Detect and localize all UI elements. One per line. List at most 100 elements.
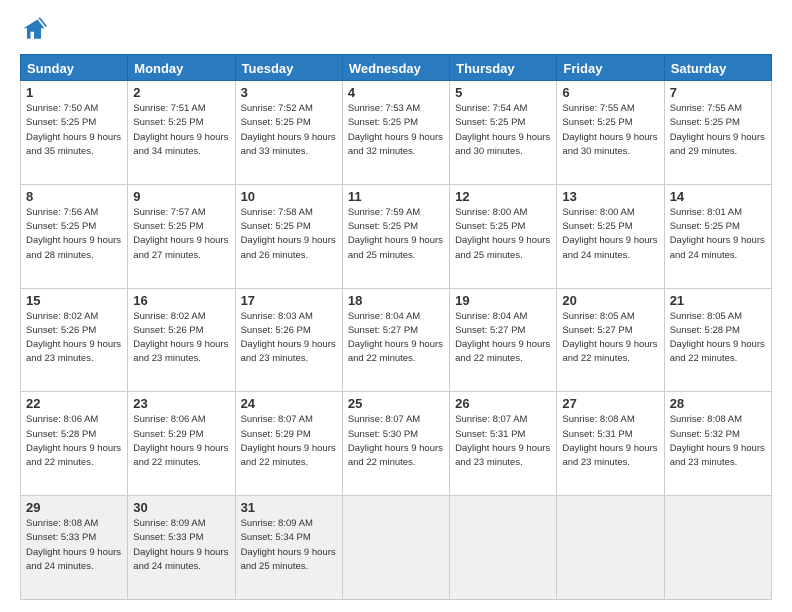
calendar-cell: 25 Sunrise: 8:07 AM Sunset: 5:30 PM Dayl… — [342, 392, 449, 496]
day-number: 16 — [133, 293, 229, 308]
calendar-cell: 30 Sunrise: 8:09 AM Sunset: 5:33 PM Dayl… — [128, 496, 235, 600]
day-number: 1 — [26, 85, 122, 100]
day-number: 21 — [670, 293, 766, 308]
day-number: 29 — [26, 500, 122, 515]
day-info: Sunrise: 7:56 AM Sunset: 5:25 PM Dayligh… — [26, 206, 122, 263]
calendar-cell: 20 Sunrise: 8:05 AM Sunset: 5:27 PM Dayl… — [557, 288, 664, 392]
calendar-cell — [450, 496, 557, 600]
day-number: 10 — [241, 189, 337, 204]
calendar-cell: 16 Sunrise: 8:02 AM Sunset: 5:26 PM Dayl… — [128, 288, 235, 392]
day-number: 28 — [670, 396, 766, 411]
calendar-cell: 29 Sunrise: 8:08 AM Sunset: 5:33 PM Dayl… — [21, 496, 128, 600]
calendar-cell: 17 Sunrise: 8:03 AM Sunset: 5:26 PM Dayl… — [235, 288, 342, 392]
calendar-cell: 13 Sunrise: 8:00 AM Sunset: 5:25 PM Dayl… — [557, 184, 664, 288]
calendar-cell — [664, 496, 771, 600]
calendar-cell: 8 Sunrise: 7:56 AM Sunset: 5:25 PM Dayli… — [21, 184, 128, 288]
day-number: 23 — [133, 396, 229, 411]
day-info: Sunrise: 7:58 AM Sunset: 5:25 PM Dayligh… — [241, 206, 337, 263]
day-number: 4 — [348, 85, 444, 100]
day-headers: SundayMondayTuesdayWednesdayThursdayFrid… — [21, 55, 772, 81]
logo-icon — [20, 16, 48, 44]
day-header-saturday: Saturday — [664, 55, 771, 81]
week-row-3: 15 Sunrise: 8:02 AM Sunset: 5:26 PM Dayl… — [21, 288, 772, 392]
calendar-cell: 31 Sunrise: 8:09 AM Sunset: 5:34 PM Dayl… — [235, 496, 342, 600]
day-header-thursday: Thursday — [450, 55, 557, 81]
day-info: Sunrise: 7:51 AM Sunset: 5:25 PM Dayligh… — [133, 102, 229, 159]
day-number: 22 — [26, 396, 122, 411]
day-number: 8 — [26, 189, 122, 204]
calendar-table: SundayMondayTuesdayWednesdayThursdayFrid… — [20, 54, 772, 600]
day-header-sunday: Sunday — [21, 55, 128, 81]
day-info: Sunrise: 8:06 AM Sunset: 5:28 PM Dayligh… — [26, 413, 122, 470]
day-number: 5 — [455, 85, 551, 100]
day-number: 6 — [562, 85, 658, 100]
day-info: Sunrise: 8:04 AM Sunset: 5:27 PM Dayligh… — [348, 310, 444, 367]
day-header-tuesday: Tuesday — [235, 55, 342, 81]
day-info: Sunrise: 8:09 AM Sunset: 5:34 PM Dayligh… — [241, 517, 337, 574]
calendar-cell: 7 Sunrise: 7:55 AM Sunset: 5:25 PM Dayli… — [664, 81, 771, 185]
header — [20, 16, 772, 44]
day-info: Sunrise: 8:06 AM Sunset: 5:29 PM Dayligh… — [133, 413, 229, 470]
day-number: 24 — [241, 396, 337, 411]
day-info: Sunrise: 8:01 AM Sunset: 5:25 PM Dayligh… — [670, 206, 766, 263]
week-row-1: 1 Sunrise: 7:50 AM Sunset: 5:25 PM Dayli… — [21, 81, 772, 185]
calendar-cell — [557, 496, 664, 600]
week-row-4: 22 Sunrise: 8:06 AM Sunset: 5:28 PM Dayl… — [21, 392, 772, 496]
day-number: 3 — [241, 85, 337, 100]
day-info: Sunrise: 8:07 AM Sunset: 5:31 PM Dayligh… — [455, 413, 551, 470]
calendar-cell: 26 Sunrise: 8:07 AM Sunset: 5:31 PM Dayl… — [450, 392, 557, 496]
logo — [20, 16, 52, 44]
day-info: Sunrise: 7:53 AM Sunset: 5:25 PM Dayligh… — [348, 102, 444, 159]
calendar-cell: 1 Sunrise: 7:50 AM Sunset: 5:25 PM Dayli… — [21, 81, 128, 185]
day-info: Sunrise: 8:04 AM Sunset: 5:27 PM Dayligh… — [455, 310, 551, 367]
day-number: 26 — [455, 396, 551, 411]
day-number: 31 — [241, 500, 337, 515]
day-info: Sunrise: 7:54 AM Sunset: 5:25 PM Dayligh… — [455, 102, 551, 159]
day-number: 9 — [133, 189, 229, 204]
day-number: 19 — [455, 293, 551, 308]
day-header-monday: Monday — [128, 55, 235, 81]
calendar-cell: 6 Sunrise: 7:55 AM Sunset: 5:25 PM Dayli… — [557, 81, 664, 185]
day-number: 7 — [670, 85, 766, 100]
day-info: Sunrise: 7:50 AM Sunset: 5:25 PM Dayligh… — [26, 102, 122, 159]
day-number: 27 — [562, 396, 658, 411]
day-number: 20 — [562, 293, 658, 308]
day-info: Sunrise: 8:08 AM Sunset: 5:33 PM Dayligh… — [26, 517, 122, 574]
day-info: Sunrise: 7:57 AM Sunset: 5:25 PM Dayligh… — [133, 206, 229, 263]
day-number: 2 — [133, 85, 229, 100]
day-info: Sunrise: 8:09 AM Sunset: 5:33 PM Dayligh… — [133, 517, 229, 574]
day-info: Sunrise: 8:05 AM Sunset: 5:28 PM Dayligh… — [670, 310, 766, 367]
calendar-cell: 4 Sunrise: 7:53 AM Sunset: 5:25 PM Dayli… — [342, 81, 449, 185]
day-info: Sunrise: 8:03 AM Sunset: 5:26 PM Dayligh… — [241, 310, 337, 367]
calendar-cell: 3 Sunrise: 7:52 AM Sunset: 5:25 PM Dayli… — [235, 81, 342, 185]
calendar-cell — [342, 496, 449, 600]
day-info: Sunrise: 7:52 AM Sunset: 5:25 PM Dayligh… — [241, 102, 337, 159]
day-number: 14 — [670, 189, 766, 204]
calendar-cell: 15 Sunrise: 8:02 AM Sunset: 5:26 PM Dayl… — [21, 288, 128, 392]
day-info: Sunrise: 7:59 AM Sunset: 5:25 PM Dayligh… — [348, 206, 444, 263]
day-number: 25 — [348, 396, 444, 411]
day-info: Sunrise: 8:07 AM Sunset: 5:30 PM Dayligh… — [348, 413, 444, 470]
day-info: Sunrise: 8:02 AM Sunset: 5:26 PM Dayligh… — [26, 310, 122, 367]
day-info: Sunrise: 8:05 AM Sunset: 5:27 PM Dayligh… — [562, 310, 658, 367]
calendar-cell: 12 Sunrise: 8:00 AM Sunset: 5:25 PM Dayl… — [450, 184, 557, 288]
calendar-cell: 2 Sunrise: 7:51 AM Sunset: 5:25 PM Dayli… — [128, 81, 235, 185]
day-number: 13 — [562, 189, 658, 204]
day-info: Sunrise: 7:55 AM Sunset: 5:25 PM Dayligh… — [562, 102, 658, 159]
day-header-wednesday: Wednesday — [342, 55, 449, 81]
day-info: Sunrise: 7:55 AM Sunset: 5:25 PM Dayligh… — [670, 102, 766, 159]
calendar-cell: 10 Sunrise: 7:58 AM Sunset: 5:25 PM Dayl… — [235, 184, 342, 288]
day-number: 11 — [348, 189, 444, 204]
week-row-5: 29 Sunrise: 8:08 AM Sunset: 5:33 PM Dayl… — [21, 496, 772, 600]
calendar-cell: 19 Sunrise: 8:04 AM Sunset: 5:27 PM Dayl… — [450, 288, 557, 392]
calendar-cell: 14 Sunrise: 8:01 AM Sunset: 5:25 PM Dayl… — [664, 184, 771, 288]
day-info: Sunrise: 8:00 AM Sunset: 5:25 PM Dayligh… — [562, 206, 658, 263]
day-info: Sunrise: 8:08 AM Sunset: 5:32 PM Dayligh… — [670, 413, 766, 470]
calendar-cell: 9 Sunrise: 7:57 AM Sunset: 5:25 PM Dayli… — [128, 184, 235, 288]
day-info: Sunrise: 8:02 AM Sunset: 5:26 PM Dayligh… — [133, 310, 229, 367]
calendar-cell: 18 Sunrise: 8:04 AM Sunset: 5:27 PM Dayl… — [342, 288, 449, 392]
day-number: 15 — [26, 293, 122, 308]
day-number: 30 — [133, 500, 229, 515]
calendar-cell: 23 Sunrise: 8:06 AM Sunset: 5:29 PM Dayl… — [128, 392, 235, 496]
day-info: Sunrise: 8:00 AM Sunset: 5:25 PM Dayligh… — [455, 206, 551, 263]
